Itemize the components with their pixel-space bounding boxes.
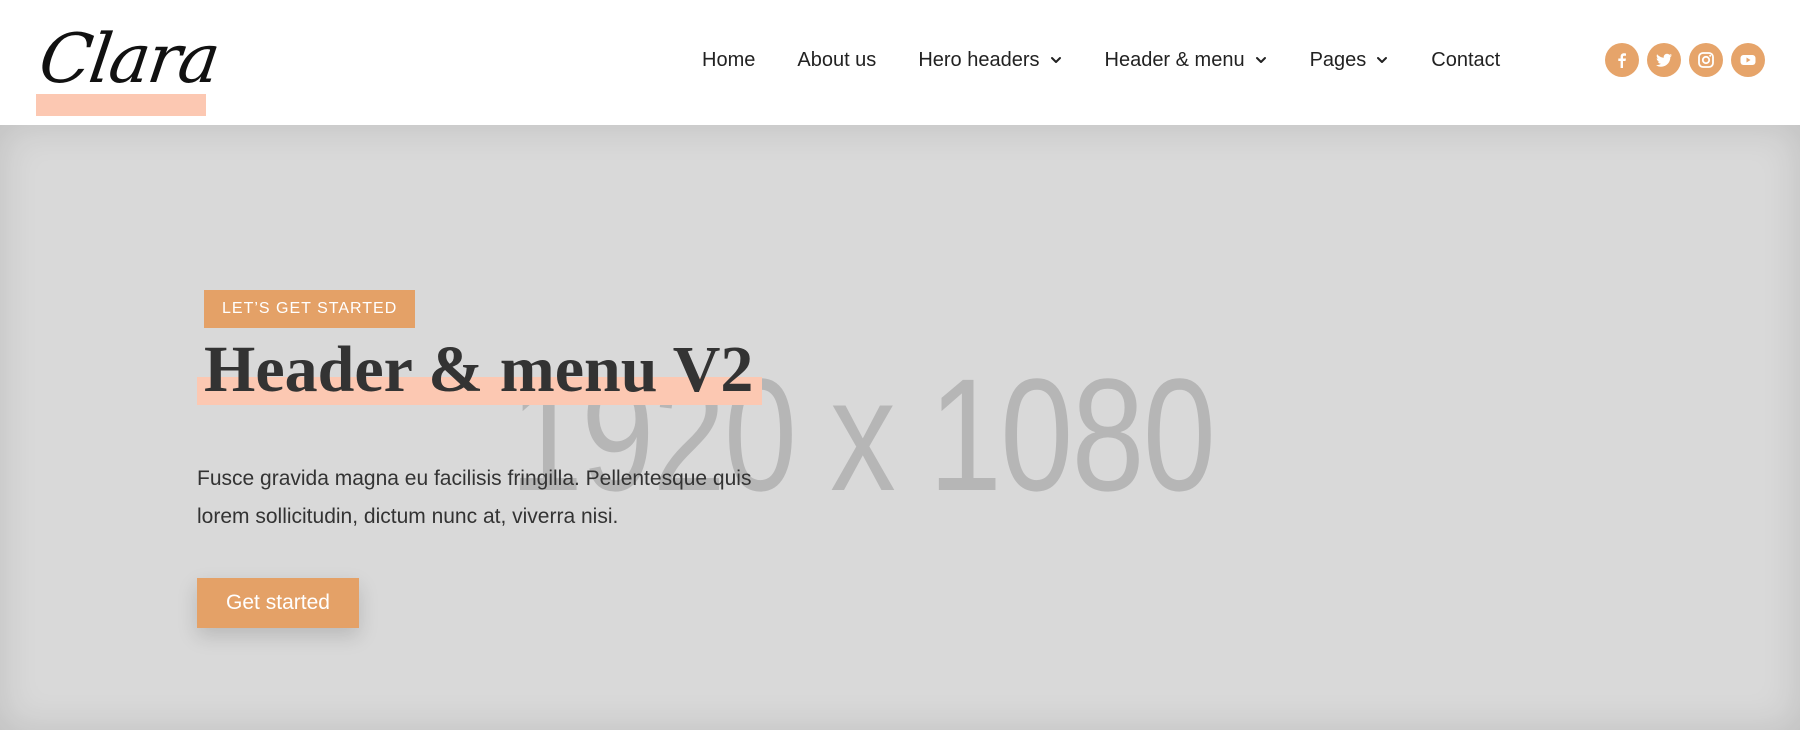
facebook-link[interactable]: [1605, 43, 1639, 77]
social-links: [1605, 43, 1773, 77]
hero-description-line: Fusce gravida magna eu facilisis fringil…: [197, 467, 752, 490]
get-started-button[interactable]: Get started: [197, 578, 359, 628]
nav-item-about-us[interactable]: About us: [797, 49, 876, 72]
youtube-icon: [1740, 55, 1756, 65]
site-logo[interactable]: Clara: [35, 10, 223, 116]
nav-item-label: Pages: [1309, 48, 1367, 71]
youtube-link[interactable]: [1731, 43, 1765, 77]
facebook-icon: [1618, 53, 1626, 68]
hero-description: Fusce gravida magna eu facilisis fringil…: [197, 460, 847, 536]
instagram-icon: [1698, 52, 1714, 68]
twitter-link[interactable]: [1647, 43, 1681, 77]
site-header: Clara Home About us Hero headers Header …: [0, 0, 1800, 125]
nav-item-label: Hero headers: [918, 48, 1040, 71]
nav-item-label: Home: [702, 48, 756, 71]
nav-item-pages[interactable]: Pages: [1310, 49, 1390, 72]
chevron-down-icon: [1050, 57, 1061, 63]
hero-section: 1920 x 1080 LET’S GET STARTED Header & m…: [0, 125, 1800, 730]
nav-item-label: Contact: [1431, 48, 1501, 71]
logo-text: Clara: [34, 20, 223, 99]
hero-title-block: Header & menu V2: [197, 330, 767, 412]
nav-item-label: Header & menu: [1104, 48, 1245, 71]
nav-item-label: About us: [797, 48, 877, 71]
instagram-link[interactable]: [1689, 43, 1723, 77]
nav-item-contact[interactable]: Contact: [1431, 49, 1500, 72]
nav-item-header-menu[interactable]: Header & menu: [1105, 49, 1268, 72]
twitter-icon: [1656, 53, 1672, 67]
hero-description-line: lorem sollicitudin, dictum nunc at, vive…: [197, 505, 619, 528]
nav-item-hero-headers[interactable]: Hero headers: [918, 49, 1062, 72]
main-nav: Home About us Hero headers Header & menu…: [702, 43, 1500, 77]
chevron-down-icon: [1377, 57, 1388, 63]
chevron-down-icon: [1255, 57, 1266, 63]
nav-item-home[interactable]: Home: [702, 49, 755, 72]
hero-badge: LET’S GET STARTED: [204, 290, 416, 328]
hero-title: Header & menu V2: [204, 333, 754, 406]
